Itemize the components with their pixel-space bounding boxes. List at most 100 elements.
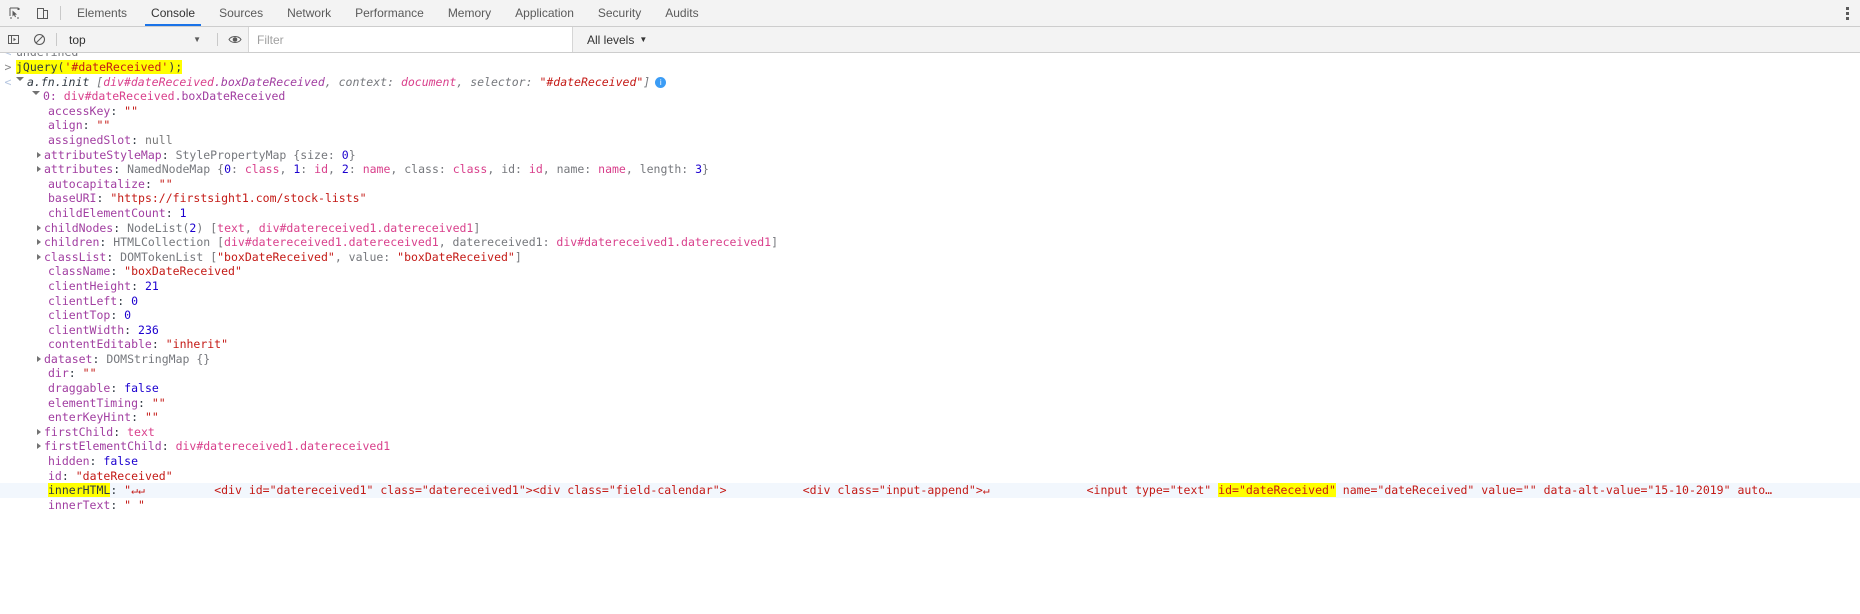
tab-console[interactable]: Console [139, 0, 207, 26]
property-row[interactable]: attributes: NamedNodeMap {0: class, 1: i… [0, 162, 1860, 177]
log-levels-select[interactable]: All levels ▼ [573, 27, 657, 52]
property-row[interactable]: childNodes: NodeList(2) [text, div#dater… [0, 221, 1860, 236]
property-row[interactable]: autocapitalize: "" [0, 177, 1860, 192]
property-value: false [103, 454, 139, 469]
console-toolbar: top ▼ All levels ▼ [0, 27, 1860, 53]
property-row[interactable]: enterKeyHint: "" [0, 410, 1860, 425]
console-result-header-row[interactable]: < a.fn.init [div#dateReceived.boxDateRece… [0, 75, 1860, 90]
execute-sidebar-icon[interactable] [0, 27, 26, 52]
input-expression-fn: jQuery( [16, 60, 65, 74]
property-row[interactable]: id: "dateReceived" [0, 469, 1860, 484]
result-constructor: a.fn.init [27, 74, 90, 89]
clear-console-icon[interactable] [26, 27, 52, 52]
property-name: hidden [48, 454, 90, 469]
property-rows: accessKey: "" align: "" assignedSlot: null… [0, 104, 1860, 483]
property-row[interactable]: baseURI: "https://firstsight1.com/stock-… [0, 191, 1860, 206]
property-name: id [48, 468, 62, 483]
log-levels-label: All levels [587, 32, 635, 47]
tab-network[interactable]: Network [275, 0, 343, 26]
property-row-innertext[interactable]: innerText: " " [0, 498, 1860, 513]
property-row[interactable]: clientLeft: 0 [0, 294, 1860, 309]
property-name: draggable [48, 381, 111, 396]
input-expression-selector: '#dateReceived' [64, 60, 169, 74]
tabbar-right-group [1825, 0, 1860, 26]
property-value: div#datereceived1.datereceived1 [175, 439, 391, 454]
property-value: "https://firstsight1.com/stock-lists" [110, 191, 367, 206]
tab-performance[interactable]: Performance [343, 0, 436, 26]
tab-elements[interactable]: Elements [65, 0, 139, 26]
result-context-value: document [400, 74, 457, 89]
console-result-row: <undefined [0, 53, 1860, 60]
property-row[interactable]: hidden: false [0, 454, 1860, 469]
property-value: "inherit" [165, 337, 229, 352]
property-value: "" [144, 410, 159, 425]
property-row[interactable]: className: "boxDateReceived" [0, 264, 1860, 279]
console-toolbar-divider [56, 33, 57, 46]
tab-label: Sources [219, 6, 264, 20]
innerhtml-tail: name="dateReceived" value="" data-alt-va… [1335, 483, 1773, 498]
property-name: elementTiming [48, 395, 139, 410]
tab-sources[interactable]: Sources [207, 0, 275, 26]
devtools-window: Elements Console Sources Network Perform… [0, 0, 1860, 614]
property-row[interactable]: childElementCount: 1 [0, 206, 1860, 221]
expand-triangle-icon[interactable] [37, 253, 41, 260]
console-message-list[interactable]: <undefined >jQuery('#dateReceived'); < a.… [0, 53, 1860, 614]
console-toolbar-divider-2 [217, 33, 218, 46]
result-selector-key: selector: [470, 74, 533, 89]
tab-audits[interactable]: Audits [653, 0, 710, 26]
tab-security[interactable]: Security [586, 0, 653, 26]
property-row-innerhtml[interactable]: innerHTML: "↵↵ <div id="datereceived1" c… [0, 483, 1860, 498]
tab-memory[interactable]: Memory [436, 0, 503, 26]
property-name: contentEditable [48, 337, 152, 352]
execution-context-select[interactable]: top ▼ [61, 27, 213, 52]
property-row[interactable]: align: "" [0, 118, 1860, 133]
tab-application[interactable]: Application [503, 0, 586, 26]
property-row[interactable]: attributeStyleMap: StylePropertyMap {siz… [0, 148, 1860, 163]
live-expression-eye-icon[interactable] [222, 27, 248, 52]
expand-triangle-icon[interactable] [37, 151, 41, 158]
chevron-down-icon: ▼ [193, 35, 201, 44]
property-row[interactable]: accessKey: "" [0, 104, 1860, 119]
property-name: firstChild [44, 424, 114, 439]
property-value: "" [82, 366, 97, 381]
property-row[interactable]: contentEditable: "inherit" [0, 337, 1860, 352]
property-value: "dateReceived" [75, 468, 173, 483]
property-value: 236 [138, 322, 159, 337]
property-value: "" [158, 176, 173, 191]
device-toolbar-icon[interactable] [28, 0, 56, 26]
result-gutter-icon: < [0, 53, 16, 60]
info-circle-icon[interactable]: i [655, 76, 667, 88]
property-row[interactable]: classList: DOMTokenList ["boxDateReceive… [0, 250, 1860, 265]
console-input-row[interactable]: > jQuery('#dateReceived'); [0, 60, 1860, 75]
property-row[interactable]: firstChild: text [0, 425, 1860, 440]
property-row[interactable]: dir: "" [0, 366, 1860, 381]
console-index-zero-row[interactable]: 0: div#dateReceived.boxDateReceived [0, 89, 1860, 104]
property-row[interactable]: assignedSlot: null [0, 133, 1860, 148]
execution-context-value: top [69, 32, 86, 47]
input-expression: jQuery('#dateReceived'); [16, 60, 183, 74]
property-value: "" [151, 395, 166, 410]
expand-triangle-icon[interactable] [37, 166, 41, 173]
inspect-cursor-icon[interactable] [0, 0, 28, 26]
kebab-menu-icon[interactable] [1834, 0, 1860, 27]
expand-triangle-icon[interactable] [32, 91, 40, 98]
filter-input[interactable] [248, 27, 573, 52]
property-row[interactable]: clientTop: 0 [0, 308, 1860, 323]
property-row[interactable]: children: HTMLCollection [div#datereceiv… [0, 235, 1860, 250]
expand-triangle-icon[interactable] [37, 428, 41, 435]
expand-triangle-icon[interactable] [37, 224, 41, 231]
innerhtml-id-attr: id="dateReceived" [1218, 483, 1336, 498]
property-row[interactable]: draggable: false [0, 381, 1860, 396]
expand-triangle-icon[interactable] [16, 76, 24, 84]
expand-triangle-icon[interactable] [37, 443, 41, 450]
property-row[interactable]: firstElementChild: div#datereceived1.dat… [0, 439, 1860, 454]
devtools-tabbar: Elements Console Sources Network Perform… [0, 0, 1860, 27]
expand-triangle-icon[interactable] [37, 355, 41, 362]
expand-triangle-icon[interactable] [37, 239, 41, 246]
property-row[interactable]: clientHeight: 21 [0, 279, 1860, 294]
result-bracket-close: ] [643, 74, 651, 89]
property-row[interactable]: clientWidth: 236 [0, 323, 1860, 338]
result-gutter-icon: < [4, 74, 12, 89]
property-row[interactable]: dataset: DOMStringMap {} [0, 352, 1860, 367]
property-row[interactable]: elementTiming: "" [0, 396, 1860, 411]
